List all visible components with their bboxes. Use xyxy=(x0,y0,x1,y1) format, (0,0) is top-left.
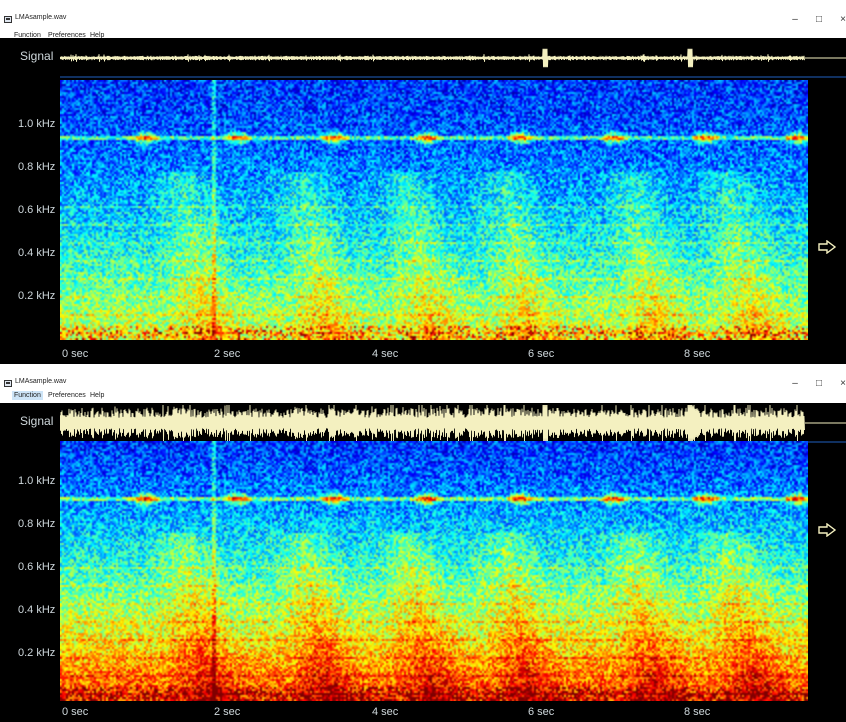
menu-preferences[interactable]: Preferences xyxy=(46,391,88,400)
y-tick-label: 0.4 kHz xyxy=(18,247,56,259)
x-tick-label: 4 sec xyxy=(372,348,399,360)
menu-help[interactable]: Help xyxy=(88,391,106,400)
x-tick-label: 4 sec xyxy=(372,706,399,718)
y-tick-label: 0.2 kHz xyxy=(18,290,56,302)
close-button[interactable]: × xyxy=(832,12,846,28)
maximize-button[interactable]: □ xyxy=(808,12,830,28)
title-bar: LMAsample.wav – □ × xyxy=(0,374,846,390)
x-tick-label: 0 sec xyxy=(62,706,89,718)
y-tick-label: 0.6 kHz xyxy=(18,561,56,573)
y-tick-label: 0.8 kHz xyxy=(18,518,56,530)
y-tick-label: 1.0 kHz xyxy=(18,118,56,130)
y-tick-label: 0.6 kHz xyxy=(18,204,56,216)
window-app-icon xyxy=(4,380,12,387)
signal-label: Signal xyxy=(20,49,54,63)
window-top: LMAsample.wav – □ × Function Preferences… xyxy=(0,10,846,364)
x-tick-label: 0 sec xyxy=(62,348,89,360)
minimize-button[interactable]: – xyxy=(784,12,806,28)
x-tick-label: 8 sec xyxy=(684,706,711,718)
x-tick-label: 6 sec xyxy=(528,706,555,718)
menu-function[interactable]: Function xyxy=(12,391,43,400)
analyzer-panel: Signal 1.0 kHz 0.8 kHz 0.6 kHz 0.4 kHz 0… xyxy=(0,38,846,364)
window-bottom: LMAsample.wav – □ × Function Preferences… xyxy=(0,374,846,722)
signal-waveform xyxy=(60,403,846,443)
y-tick-label: 1.0 kHz xyxy=(18,475,56,487)
x-tick-label: 2 sec xyxy=(214,706,241,718)
window-app-icon xyxy=(4,16,12,23)
y-tick-label: 0.8 kHz xyxy=(18,161,56,173)
spectrogram[interactable] xyxy=(60,80,808,340)
title-bar: LMAsample.wav – □ × xyxy=(0,10,846,30)
window-title: LMAsample.wav xyxy=(15,378,67,385)
signal-label: Signal xyxy=(20,414,54,428)
right-arrow-outline-icon[interactable] xyxy=(818,240,836,254)
x-tick-label: 8 sec xyxy=(684,348,711,360)
x-tick-label: 2 sec xyxy=(214,348,241,360)
signal-waveform xyxy=(60,38,846,78)
y-tick-label: 0.2 kHz xyxy=(18,647,56,659)
y-tick-label: 0.4 kHz xyxy=(18,604,56,616)
analyzer-panel: Signal 1.0 kHz 0.8 kHz 0.6 kHz 0.4 kHz 0… xyxy=(0,403,846,722)
right-arrow-outline-icon[interactable] xyxy=(818,523,836,537)
window-title: LMAsample.wav xyxy=(15,14,67,21)
spectrogram[interactable] xyxy=(60,441,808,701)
menu-bar: Function Preferences Help xyxy=(0,390,846,403)
x-tick-label: 6 sec xyxy=(528,348,555,360)
